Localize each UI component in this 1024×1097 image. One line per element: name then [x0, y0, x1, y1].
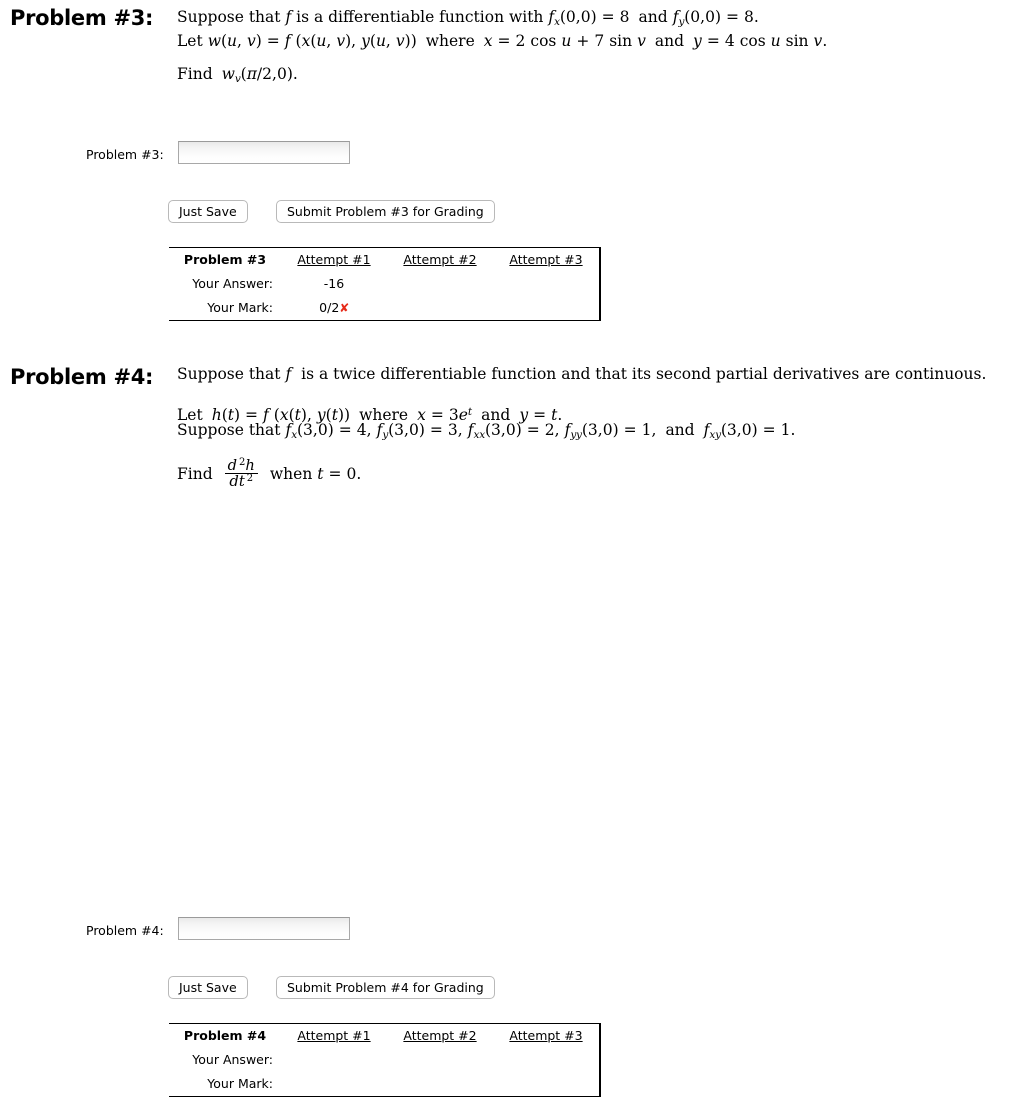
your-mark-attempt-1 [281, 1072, 387, 1097]
attempt-header-1: Attempt #1 [281, 248, 387, 273]
attempt-header-1: Attempt #1 [281, 1024, 387, 1049]
your-mark-label: Your Mark: [207, 300, 273, 315]
attempt-header-3: Attempt #3 [493, 1023, 601, 1048]
table-row-your-mark: Your Mark: [169, 1072, 601, 1097]
your-answer-attempt-3 [493, 272, 601, 296]
your-answer-label: Your Answer: [192, 1052, 273, 1067]
statement-line-3: Find wv(π/2,0). [177, 64, 298, 85]
submit-for-grading-button-4[interactable]: Submit Problem #4 for Grading [276, 976, 495, 999]
your-answer-attempt-1 [281, 1048, 387, 1072]
problem-statement-3: Suppose that f is a differentiable funct… [177, 8, 1017, 85]
table-corner-label: Problem #3 [183, 252, 267, 267]
your-mark-attempt-1: 0/2✘ [281, 296, 387, 321]
table-row-header: Problem #3 Attempt #1 Attempt #2 Attempt… [169, 247, 601, 273]
answer-input-4[interactable] [178, 917, 350, 940]
results-table-wrap-4: Problem #4 Attempt #1 Attempt #2 Attempt… [169, 1023, 601, 1097]
statement-line-4: Find d 2h dt 2 when t = 0. [177, 456, 362, 490]
table-row-your-answer: Your Answer: -16 [169, 272, 601, 296]
results-table-wrap-3: Problem #3 Attempt #1 Attempt #2 Attempt… [169, 247, 601, 321]
your-mark-attempt-3 [493, 296, 601, 321]
answer-label-4: Problem #4: [86, 923, 164, 938]
mark-value-1: 0/2 [319, 300, 340, 315]
table-row-your-mark: Your Mark: 0/2✘ [169, 296, 601, 321]
problem-heading-4: Problem #4: [10, 365, 154, 389]
your-mark-label: Your Mark: [207, 1076, 273, 1091]
table-row-your-answer: Your Answer: [169, 1048, 601, 1072]
your-answer-attempt-3 [493, 1048, 601, 1072]
attempt-header-2-text: Attempt #2 [403, 252, 477, 267]
statement-line-2: Let w(u, v) = f (x(u, v), y(u, v)) where x = 2 cos u +7… [177, 32, 828, 51]
your-answer-attempt-2 [387, 1048, 493, 1072]
attempt-header-3-text: Attempt #3 [509, 252, 583, 267]
statement-line-1: Suppose that f is a twice differentiable… [177, 365, 987, 383]
attempt-header-2-text: Attempt #2 [403, 1028, 477, 1043]
your-mark-attempt-3 [493, 1072, 601, 1097]
attempt-header-2: Attempt #2 [387, 248, 493, 273]
attempt-header-2: Attempt #2 [387, 1024, 493, 1049]
your-answer-attempt-1: -16 [323, 276, 345, 291]
attempt-header-3: Attempt #3 [493, 247, 601, 272]
results-table-3: Problem #3 Attempt #1 Attempt #2 Attempt… [169, 247, 601, 321]
results-table-4: Problem #4 Attempt #1 Attempt #2 Attempt… [169, 1023, 601, 1097]
incorrect-icon: ✘ [339, 301, 349, 315]
table-row-header: Problem #4 Attempt #1 Attempt #2 Attempt… [169, 1023, 601, 1049]
your-mark-attempt-2 [387, 1072, 493, 1097]
your-mark-attempt-2 [387, 296, 493, 321]
attempt-header-1-text: Attempt #1 [297, 1028, 371, 1043]
attempt-header-3-text: Attempt #3 [509, 1028, 583, 1043]
second-derivative-fraction: d 2h dt 2 [224, 457, 258, 490]
your-answer-attempt-2 [387, 272, 493, 296]
answer-input-3[interactable] [178, 141, 350, 164]
problem-heading-3: Problem #3: [10, 6, 154, 30]
table-corner-label: Problem #4 [183, 1028, 267, 1043]
attempt-header-1-text: Attempt #1 [297, 252, 371, 267]
statement-line-1: Suppose that f is a differentiable funct… [177, 8, 759, 28]
your-answer-label: Your Answer: [192, 276, 273, 291]
answer-label-3: Problem #3: [86, 147, 164, 162]
statement-line-3: Suppose that fx(3,0) = 4, fy(3,0) = 3, fxx(3,0… [177, 421, 796, 441]
just-save-button-3[interactable]: Just Save [168, 200, 248, 223]
submit-for-grading-button-3[interactable]: Submit Problem #3 for Grading [276, 200, 495, 223]
just-save-button-4[interactable]: Just Save [168, 976, 248, 999]
problem-statement-4: Suppose that f is a twice differentiable… [177, 365, 1017, 490]
